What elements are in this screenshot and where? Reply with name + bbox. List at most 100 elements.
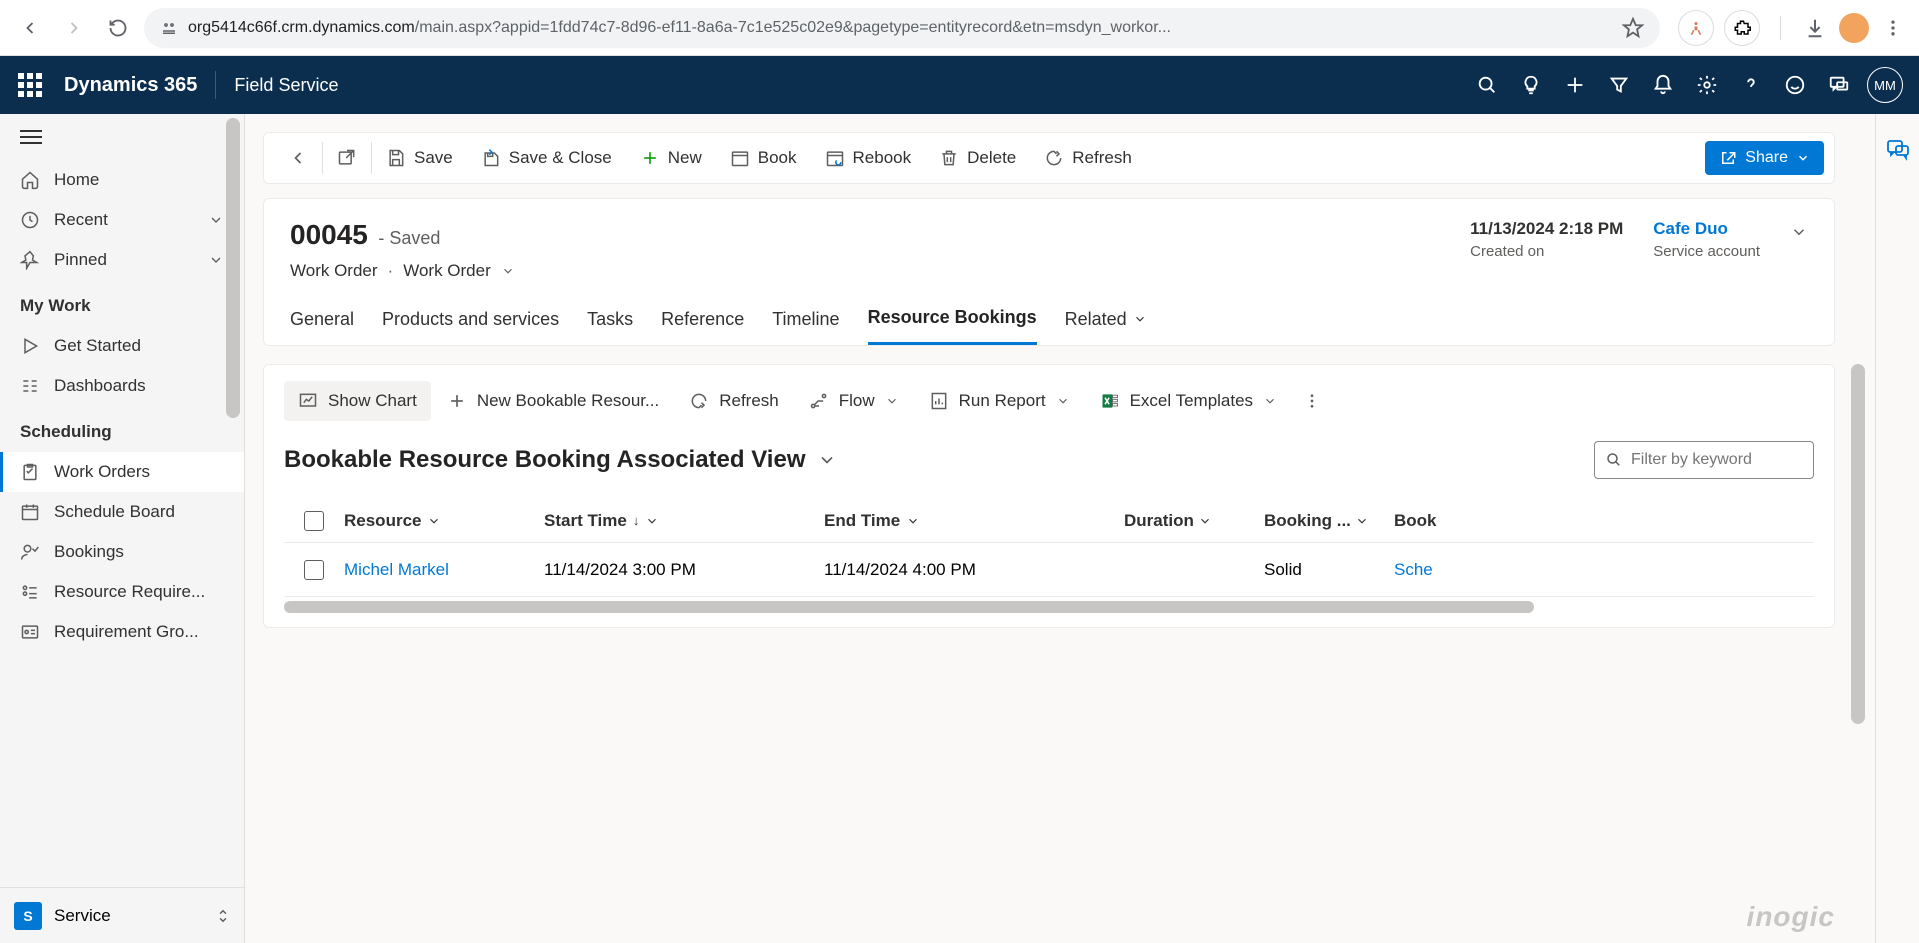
view-selector-chevron[interactable] xyxy=(817,450,837,470)
cmd-label: New xyxy=(668,148,702,168)
area-switcher[interactable]: S Service xyxy=(0,887,244,943)
column-book[interactable]: Book xyxy=(1394,511,1444,531)
tab-resource-bookings[interactable]: Resource Bookings xyxy=(868,307,1037,345)
refresh-button[interactable]: Refresh xyxy=(1030,133,1146,183)
main-scrollbar[interactable] xyxy=(1851,364,1865,724)
header-field-account[interactable]: Cafe Duo Service account xyxy=(1653,219,1760,260)
settings-gear-icon[interactable] xyxy=(1685,63,1729,107)
row-checkbox[interactable] xyxy=(284,560,344,580)
browser-back-button[interactable] xyxy=(12,10,48,46)
help-icon[interactable] xyxy=(1729,63,1773,107)
sidebar-item-pinned[interactable]: Pinned xyxy=(0,240,244,280)
column-resource[interactable]: Resource xyxy=(344,511,544,531)
show-chart-button[interactable]: Show Chart xyxy=(284,381,431,421)
cmd-label: Delete xyxy=(967,148,1016,168)
site-settings-icon[interactable] xyxy=(160,19,178,37)
user-avatar[interactable]: MM xyxy=(1867,67,1903,103)
share-button[interactable]: Share xyxy=(1705,141,1824,175)
header-expand-button[interactable] xyxy=(1790,219,1808,241)
delete-button[interactable]: Delete xyxy=(925,133,1030,183)
select-all-checkbox[interactable] xyxy=(284,511,344,531)
filter-textbox[interactable] xyxy=(1631,451,1838,469)
area-badge: S xyxy=(14,902,42,930)
tab-tasks[interactable]: Tasks xyxy=(587,307,633,345)
grid-horizontal-scrollbar[interactable] xyxy=(284,601,1534,613)
app-launcher-icon[interactable] xyxy=(16,71,44,99)
cmd-label: Refresh xyxy=(1072,148,1132,168)
lightbulb-icon[interactable] xyxy=(1509,63,1553,107)
chat-icon[interactable] xyxy=(1817,63,1861,107)
tab-timeline[interactable]: Timeline xyxy=(772,307,839,345)
browser-refresh-button[interactable] xyxy=(100,10,136,46)
cell-book[interactable]: Sche xyxy=(1394,560,1433,579)
save-button[interactable]: Save xyxy=(372,133,467,183)
sidebar-toggle-button[interactable] xyxy=(0,114,244,160)
field-value[interactable]: Cafe Duo xyxy=(1653,219,1760,239)
add-icon[interactable] xyxy=(1553,63,1597,107)
header-field-createdon: 11/13/2024 2:18 PM Created on xyxy=(1470,219,1623,260)
divider xyxy=(1780,16,1781,40)
back-button[interactable] xyxy=(274,133,322,183)
nav-label: Home xyxy=(54,170,224,190)
tab-reference[interactable]: Reference xyxy=(661,307,744,345)
column-starttime[interactable]: Start Time ↓ xyxy=(544,511,824,531)
browser-profile-avatar[interactable] xyxy=(1839,13,1869,43)
tab-products[interactable]: Products and services xyxy=(382,307,559,345)
open-new-window-button[interactable] xyxy=(323,133,371,183)
cmd-label: Share xyxy=(1745,149,1788,167)
search-icon[interactable] xyxy=(1465,63,1509,107)
excel-templates-button[interactable]: Excel Templates xyxy=(1086,381,1291,421)
sidebar-item-recent[interactable]: Recent xyxy=(0,200,244,240)
subgrid-refresh-button[interactable]: Refresh xyxy=(675,381,793,421)
browser-forward-button[interactable] xyxy=(56,10,92,46)
new-bookable-button[interactable]: New Bookable Resour... xyxy=(433,381,673,421)
assistant-icon[interactable] xyxy=(1678,10,1714,46)
filter-icon[interactable] xyxy=(1597,63,1641,107)
column-bookingstatus[interactable]: Booking ... xyxy=(1264,511,1394,531)
sidebar-item-workorders[interactable]: Work Orders xyxy=(0,452,244,492)
grid-row[interactable]: Michel Markel 11/14/2024 3:00 PM 11/14/2… xyxy=(284,543,1814,597)
form-selector[interactable]: Work Order xyxy=(403,261,491,281)
sidebar-item-dashboards[interactable]: Dashboards xyxy=(0,366,244,406)
chevron-down-icon[interactable] xyxy=(501,264,515,278)
nav-label: Schedule Board xyxy=(54,502,224,522)
notifications-icon[interactable] xyxy=(1641,63,1685,107)
sidebar-item-scheduleboard[interactable]: Schedule Board xyxy=(0,492,244,532)
flow-icon xyxy=(809,391,829,411)
extensions-icon[interactable] xyxy=(1724,10,1760,46)
view-title[interactable]: Bookable Resource Booking Associated Vie… xyxy=(284,446,805,474)
tab-general[interactable]: General xyxy=(290,307,354,345)
sidebar-item-bookings[interactable]: Bookings xyxy=(0,532,244,572)
save-close-button[interactable]: Save & Close xyxy=(467,133,626,183)
calendar-icon xyxy=(20,502,40,522)
new-button[interactable]: New xyxy=(626,133,716,183)
book-button[interactable]: Book xyxy=(716,133,811,183)
rebook-button[interactable]: Rebook xyxy=(811,133,926,183)
flow-button[interactable]: Flow xyxy=(795,381,913,421)
bookmark-star-icon[interactable] xyxy=(1622,17,1644,39)
downloads-icon[interactable] xyxy=(1801,14,1829,42)
sidebar-scrollbar[interactable] xyxy=(226,118,240,418)
filter-input[interactable] xyxy=(1594,441,1814,479)
chevron-updown-icon xyxy=(216,907,230,925)
run-report-button[interactable]: Run Report xyxy=(915,381,1084,421)
cell-resource[interactable]: Michel Markel xyxy=(344,560,449,580)
browser-menu-icon[interactable] xyxy=(1879,14,1907,42)
browser-address-bar[interactable]: org5414c66f.crm.dynamics.com/main.aspx?a… xyxy=(144,8,1660,48)
tab-related[interactable]: Related xyxy=(1065,307,1147,345)
more-commands-button[interactable] xyxy=(1293,382,1331,420)
watermark-logo: inogic xyxy=(1747,901,1835,933)
sidebar-item-reqgroup[interactable]: Requirement Gro... xyxy=(0,612,244,652)
right-rail xyxy=(1875,114,1919,943)
dashboard-icon xyxy=(20,376,40,396)
separator-dot: · xyxy=(388,261,394,281)
app-name[interactable]: Field Service xyxy=(234,75,338,96)
smiley-icon[interactable] xyxy=(1773,63,1817,107)
chevron-down-icon xyxy=(208,212,224,228)
column-duration[interactable]: Duration xyxy=(1124,511,1264,531)
sidebar-item-resourcereq[interactable]: Resource Require... xyxy=(0,572,244,612)
sidebar-item-home[interactable]: Home xyxy=(0,160,244,200)
column-endtime[interactable]: End Time xyxy=(824,511,1124,531)
sidebar-item-getstarted[interactable]: Get Started xyxy=(0,326,244,366)
copilot-chat-icon[interactable] xyxy=(1883,134,1913,164)
